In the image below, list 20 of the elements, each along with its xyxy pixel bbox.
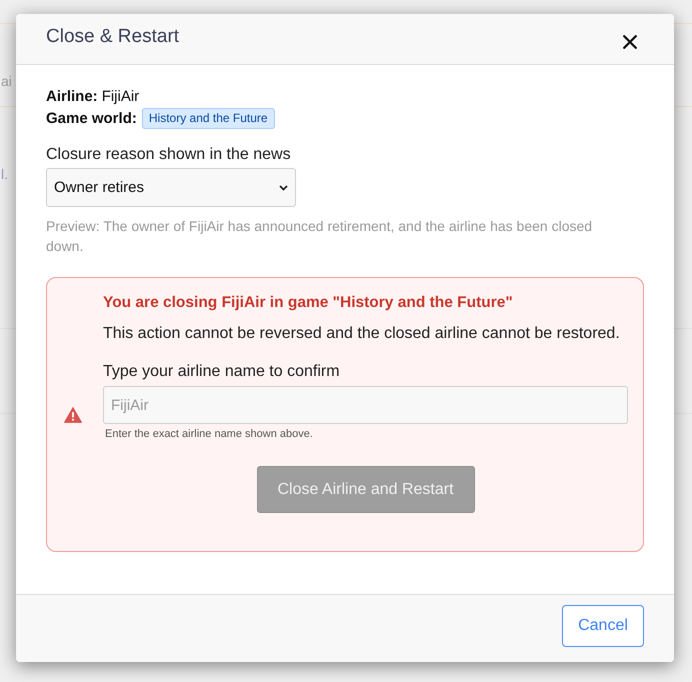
- airline-name-field[interactable]: FijiAir: [103, 386, 628, 424]
- confirm-label: Type your airline name to confirm: [103, 362, 341, 382]
- reason-select[interactable]: Owner retires: [46, 168, 296, 207]
- close-icon: [623, 35, 637, 49]
- warning-text: This action cannot be reversed and the closed airline cannot be restored.: [103, 324, 621, 344]
- close-button[interactable]: [623, 35, 637, 49]
- warning-title: You are closing FijiAir in game "History and the Future": [103, 293, 514, 313]
- chevron-down-icon: [279, 184, 288, 190]
- detail-label: Game world:: [46, 110, 137, 126]
- background-text: ai: [1, 72, 12, 90]
- reason-label: Closure reason shown in the news: [46, 145, 292, 165]
- cancel-button[interactable]: Cancel: [562, 605, 644, 647]
- detail-label: Airline:: [46, 88, 98, 104]
- dialog-title: Close & Restart: [46, 26, 180, 48]
- detail-value: FijiAir: [102, 88, 140, 104]
- field-hint: Enter the exact airline name shown above.: [104, 428, 314, 440]
- game-world-badge: History and the Future: [142, 108, 275, 128]
- warning-icon: [64, 406, 82, 422]
- background-text: l.: [1, 165, 8, 183]
- preview-text: Preview: The owner of FijiAir has announced retirement, and the airline has been closed down.: [46, 217, 594, 256]
